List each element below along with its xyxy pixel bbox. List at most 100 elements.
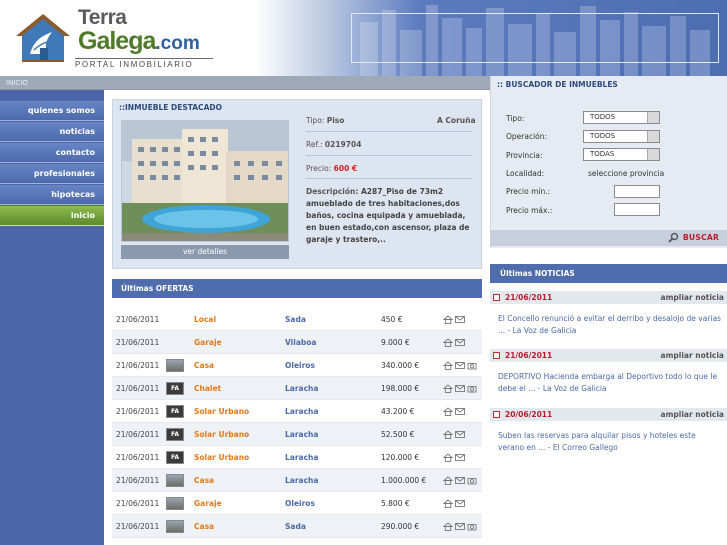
search-operacion-select[interactable]: TODOS [583,130,660,143]
news-text[interactable]: El Concello renunció a evitar el derribo… [498,313,724,337]
table-row[interactable]: 21/06/2011 Casa Laracha 1.000.000 € [112,469,482,492]
house-icon[interactable] [443,338,453,347]
oferta-city[interactable]: Laracha [285,469,318,492]
oferta-thumbnail-fa[interactable]: FA [166,451,184,464]
featured-ref: Ref.: 0219704 [306,140,361,149]
logo-house-icon[interactable] [12,10,74,66]
house-icon[interactable] [443,476,453,485]
camera-icon[interactable] [467,384,477,393]
oferta-type[interactable]: Solar Urbano [194,423,249,446]
buscar-button[interactable]: BUSCAR [683,233,719,242]
sidebar-item-quienes-somos[interactable]: quienes somos [0,101,104,121]
precio-max-input[interactable] [614,203,660,216]
sidebar-item-contacto[interactable]: contacto [0,143,104,163]
oferta-type[interactable]: Casa [194,515,214,538]
oferta-city[interactable]: Sada [285,308,306,331]
oferta-type[interactable]: Local [194,308,216,331]
table-row[interactable]: 21/06/2011 FA Solar Urbano Laracha 120.000 € [112,446,482,469]
ampliar-noticia-link[interactable]: ampliar noticia [661,291,724,304]
oferta-city[interactable]: Laracha [285,400,318,423]
oferta-type[interactable]: Casa [194,354,214,377]
table-row[interactable]: 21/06/2011 Garaje Vilaboa 9.000 € [112,331,482,354]
search-precio-max-label: Precio máx.: [506,206,553,215]
envelope-icon[interactable] [455,499,465,508]
search-tipo-select[interactable]: TODOS [583,111,660,124]
table-row[interactable]: 21/06/2011 Garaje Oleiros 5.800 € [112,492,482,515]
oferta-type[interactable]: Chalet [194,377,221,400]
oferta-type[interactable]: Casa [194,469,214,492]
news-text[interactable]: DEPORTIVO Hacienda embarga al Deportivo … [498,371,724,395]
featured-ref-label: Ref.: [306,140,323,149]
oferta-thumbnail-photo[interactable] [166,359,184,372]
table-row[interactable]: 21/06/2011 Casa Sada 290.000 € [112,515,482,538]
house-icon[interactable] [443,522,453,531]
precio-min-input[interactable] [614,185,660,198]
oferta-city[interactable]: Oleiros [285,354,315,377]
oferta-city[interactable]: Sada [285,515,306,538]
house-icon[interactable] [443,430,453,439]
ampliar-noticia-link[interactable]: ampliar noticia [661,349,724,362]
envelope-icon[interactable] [455,361,465,370]
table-row[interactable]: 21/06/2011 FA Solar Urbano Laracha 43.200 € [112,400,482,423]
envelope-icon[interactable] [455,384,465,393]
sidebar-item-profesionales[interactable]: profesionales [0,164,104,184]
envelope-icon[interactable] [455,476,465,485]
camera-icon[interactable] [467,361,477,370]
table-row[interactable]: 21/06/2011 Casa Oleiros 340.000 € [112,354,482,377]
oferta-city[interactable]: Laracha [285,446,318,469]
featured-precio: Precio: 600 € [306,164,357,173]
news-text[interactable]: Suben las reservas para alquilar pisos y… [498,430,724,454]
sidebar-item-noticias[interactable]: noticias [0,122,104,142]
house-icon[interactable] [443,384,453,393]
envelope-icon[interactable] [455,453,465,462]
oferta-city[interactable]: Vilaboa [285,331,316,354]
logo-domain: .com [155,33,200,54]
house-icon[interactable] [443,499,453,508]
envelope-icon[interactable] [455,407,465,416]
sidebar-item-hipotecas[interactable]: hipotecas [0,185,104,205]
oferta-type[interactable]: Garaje [194,331,222,354]
breadcrumb[interactable]: INICIO [6,79,28,87]
house-icon[interactable] [443,361,453,370]
featured-tipo-value: Piso [326,116,345,125]
envelope-icon[interactable] [455,430,465,439]
envelope-icon[interactable] [455,338,465,347]
oferta-type[interactable]: Solar Urbano [194,400,249,423]
featured-tipo: Tipo: Piso [306,116,344,125]
oferta-thumbnail-photo[interactable] [166,474,184,487]
oferta-thumbnail-photo[interactable] [166,497,184,510]
search-operacion-value: TODOS [590,132,616,140]
oferta-date: 21/06/2011 [116,407,160,416]
envelope-icon[interactable] [455,315,465,324]
featured-ref-value: 0219704 [324,140,362,149]
oferta-city[interactable]: Laracha [285,377,318,400]
camera-icon[interactable] [467,522,477,531]
ampliar-noticia-link[interactable]: ampliar noticia [661,408,724,421]
table-row[interactable]: 21/06/2011 Local Sada 450 € [112,308,482,331]
oferta-thumbnail-photo[interactable] [166,520,184,533]
oferta-city[interactable]: Laracha [285,423,318,446]
camera-icon[interactable] [467,476,477,485]
house-icon[interactable] [443,315,453,324]
house-icon[interactable] [443,407,453,416]
oferta-type[interactable]: Garaje [194,492,222,515]
oferta-price: 43.200 € [381,407,415,416]
magnifier-icon[interactable] [668,232,679,243]
sidebar-item-inicio[interactable]: inicio [0,206,104,226]
oferta-thumbnail-fa[interactable]: FA [166,405,184,418]
oferta-city[interactable]: Oleiros [285,492,315,515]
oferta-type[interactable]: Solar Urbano [194,446,249,469]
oferta-thumbnail-fa[interactable]: FA [166,382,184,395]
oferta-thumbnail-fa[interactable]: FA [166,428,184,441]
table-row[interactable]: 21/06/2011 FA Solar Urbano Laracha 52.500 € [112,423,482,446]
oferta-date: 21/06/2011 [116,499,160,508]
house-icon[interactable] [443,453,453,462]
search-localidad-value[interactable]: seleccione provincia [588,169,664,178]
search-provincia-select[interactable]: TODAS [583,148,660,161]
featured-property-photo[interactable] [121,120,289,242]
ver-detalles-button[interactable]: ver detalles [121,245,289,259]
logo-tagline: PORTAL INMOBILIARIO [75,58,213,69]
logo-word-galega: Galega [78,27,156,55]
envelope-icon[interactable] [455,522,465,531]
table-row[interactable]: 21/06/2011 FA Chalet Laracha 198.000 € [112,377,482,400]
